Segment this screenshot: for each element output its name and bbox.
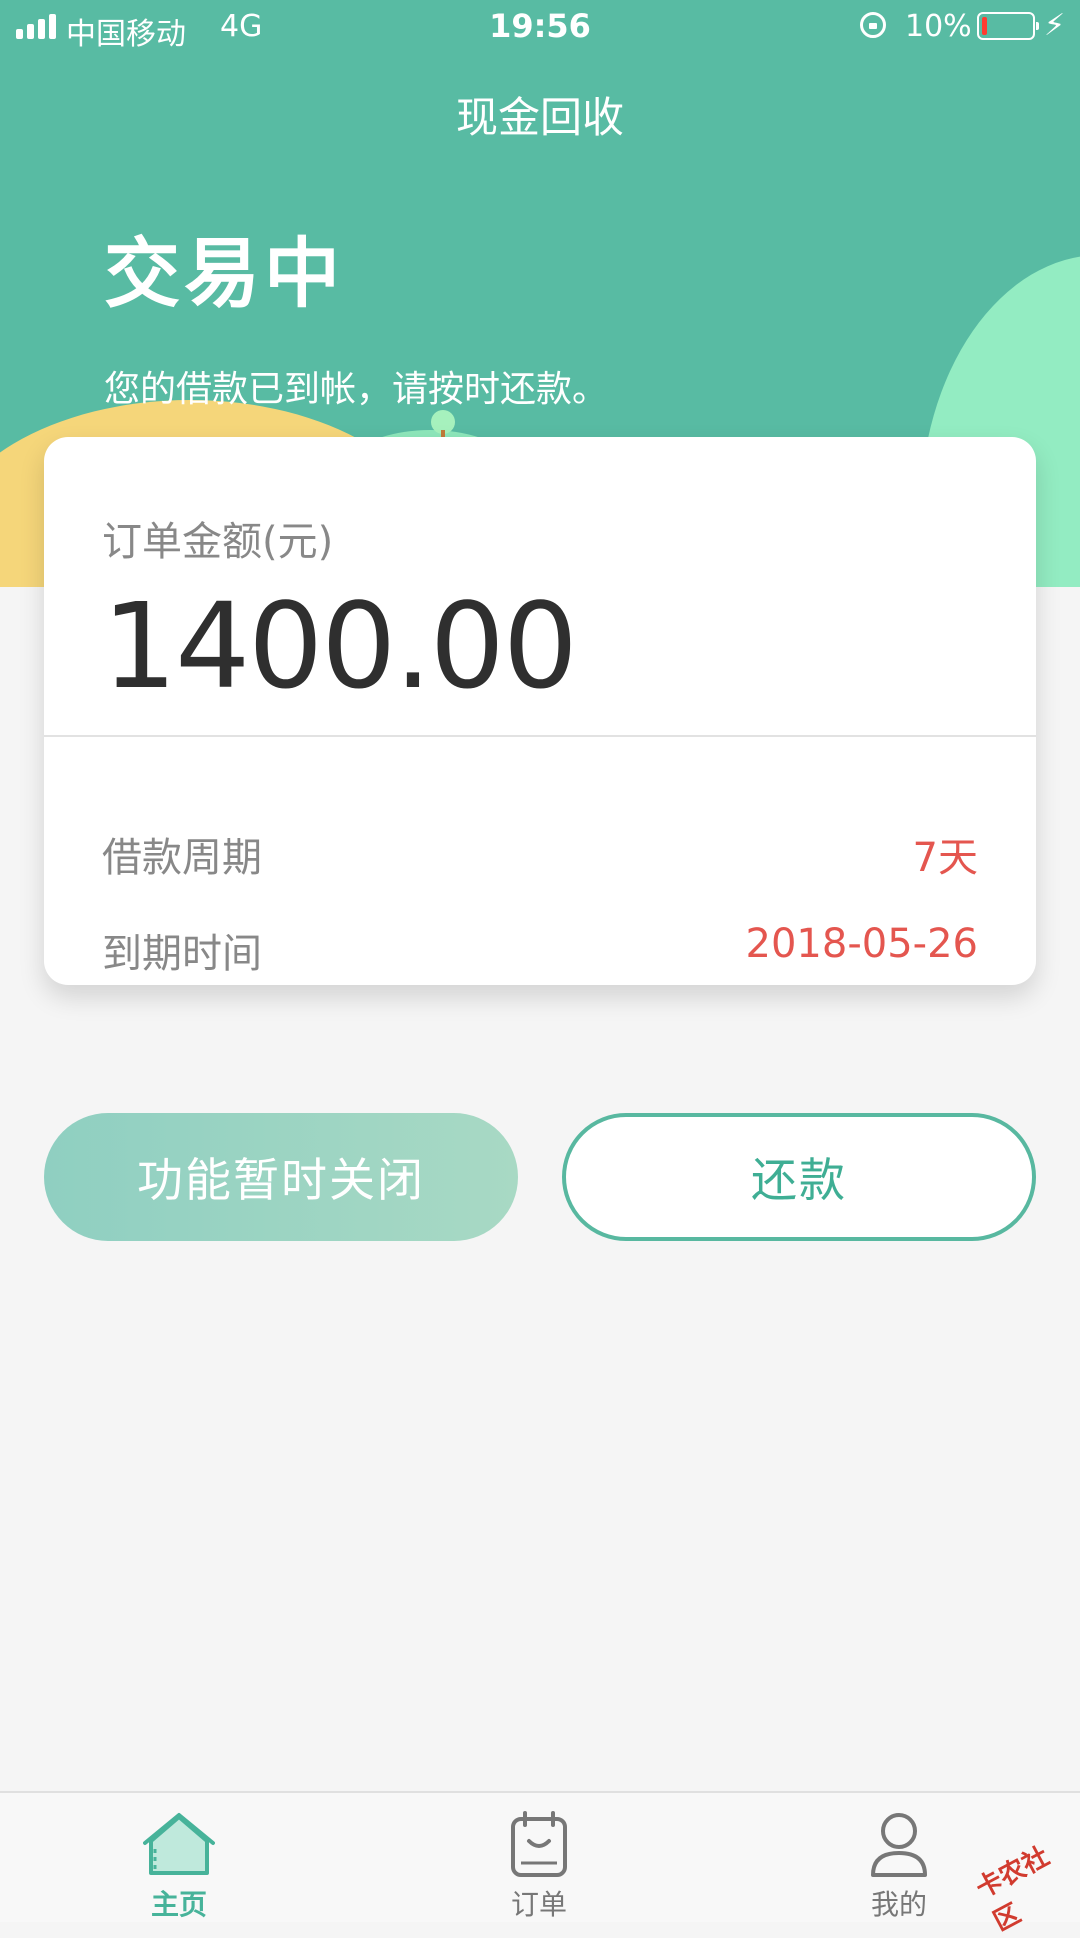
feature-closed-button[interactable]: 功能暂时关闭	[44, 1113, 518, 1241]
battery-percentage: 10%	[905, 9, 972, 44]
tab-mine[interactable]: 我的	[799, 1793, 999, 1922]
status-bar: 中国移动 4G 19:56 10% ⚡	[0, 0, 1080, 54]
order-icon	[511, 1811, 567, 1877]
home-icon	[143, 1813, 215, 1875]
card-divider	[44, 735, 1036, 737]
loan-period-label: 借款周期	[102, 835, 262, 881]
tab-home[interactable]: 主页	[79, 1793, 279, 1922]
order-amount-value: 1400.00	[102, 577, 578, 715]
tab-orders[interactable]: 订单	[439, 1793, 639, 1922]
tab-home-label: 主页	[150, 1888, 207, 1921]
status-message: 您的借款已到帐，请按时还款。	[104, 369, 609, 410]
order-card: 订单金额(元) 1400.00 借款周期 7天 到期时间 2018-05-26	[44, 437, 1036, 985]
order-amount-label: 订单金额(元)	[102, 519, 334, 565]
charging-icon: ⚡	[1044, 8, 1066, 43]
bottom-tab-bar: 主页 订单 我的	[0, 1791, 1080, 1922]
tab-mine-label: 我的	[870, 1888, 927, 1921]
repay-button[interactable]: 还款	[562, 1113, 1036, 1241]
loan-period-value: 7天	[912, 835, 978, 881]
due-date-value: 2018-05-26	[745, 921, 978, 967]
orientation-lock-icon	[860, 12, 886, 38]
tab-orders-label: 订单	[510, 1888, 567, 1921]
page-title: 现金回收	[455, 93, 624, 142]
battery-icon	[977, 12, 1039, 40]
due-date-label: 到期时间	[102, 931, 262, 977]
user-icon	[871, 1813, 927, 1877]
transaction-status: 交易中	[104, 229, 344, 318]
